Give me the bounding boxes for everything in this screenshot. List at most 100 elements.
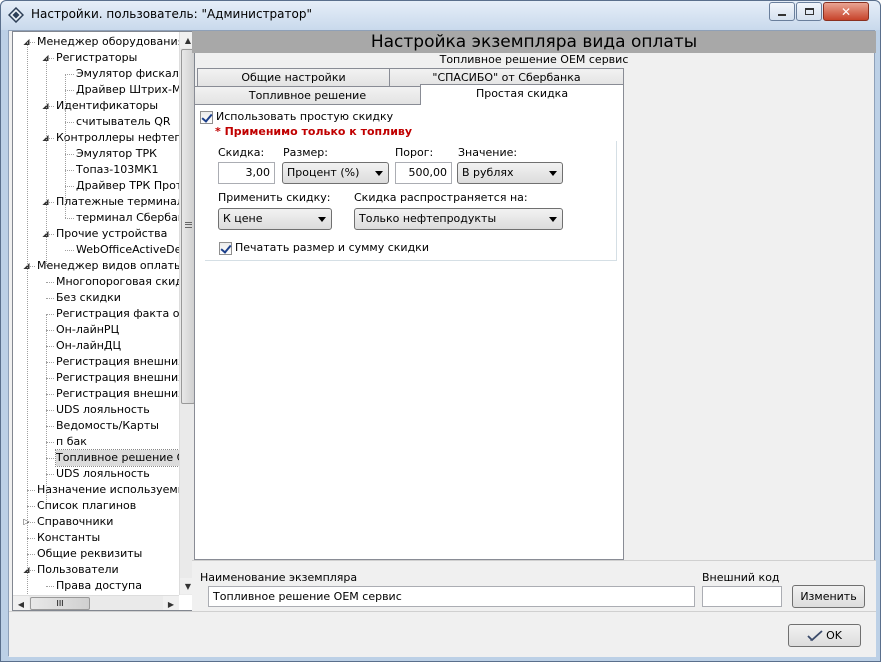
tree-connector [46,458,54,459]
value-label: Значение: [458,146,518,159]
scroll-right-icon[interactable]: ▶ [163,596,179,610]
tree-item[interactable]: Пользователи [37,562,119,578]
chevron-down-icon [549,217,557,222]
tree-item[interactable]: Эмулятор фискаль [76,66,179,82]
page-subtitle: Топливное решение ОЕМ сервис [439,53,629,66]
tree-connector [46,394,54,395]
tree-item[interactable]: Контроллеры нефтепр [56,130,179,146]
tree-guide-line [46,58,47,266]
value-dropdown[interactable]: В рублях [457,162,563,184]
minimize-icon [778,14,786,16]
tree-item[interactable]: Менеджер видов оплаты [37,258,179,274]
chevron-down-icon [375,171,383,176]
discount-extends-dropdown-value: Только нефтепродукты [359,212,497,225]
hscroll-thumb[interactable]: III [30,597,90,610]
discount-extends-label: Скидка распространяется на: [354,191,528,204]
tree-item[interactable]: Эмулятор ТРК [76,146,157,162]
tree-item[interactable]: Константы [37,530,100,546]
tree-item[interactable]: Платежные терминалы [56,194,179,210]
page-title: Настройка экземпляра вида оплаты [192,31,876,53]
tree-guide-line [46,314,47,502]
tree-item[interactable]: Он-лайнДЦ [56,338,121,354]
maximize-icon [804,8,814,15]
tree-item[interactable]: Регистрация внешних [56,354,179,370]
tree-connector [27,490,35,491]
tree-connector [27,538,35,539]
size-dropdown[interactable]: Процент (%) [282,162,389,184]
tree-item[interactable]: Топливное решение ОІ [55,449,179,467]
size-label: Размер: [283,146,328,159]
instance-name-input[interactable]: Топливное решение ОЕМ сервис [208,586,695,607]
chevron-down-icon [318,217,326,222]
tree-connector [46,362,54,363]
tree-item[interactable]: Регистрация внешних [56,370,179,386]
tree-item[interactable]: UDS лояльность [56,466,150,482]
tree-item[interactable]: Регистрация факта от [56,306,179,322]
tree-connector [27,506,35,507]
external-code-input[interactable] [702,586,782,607]
tree-item[interactable]: Регистрация внешних [56,386,179,402]
tree-item[interactable]: Ведомость/Карты [56,418,159,434]
ok-button[interactable]: OK [788,624,861,647]
discount-input[interactable]: 3,00 [218,162,275,184]
threshold-label: Порог: [395,146,434,159]
discount-label: Скидка: [218,146,265,159]
close-button[interactable]: ✕ [823,2,869,21]
tree-connector [65,186,74,187]
tree-connector [46,378,54,379]
tree-item[interactable]: Права доступа [56,578,142,594]
tree-item[interactable]: Менеджер оборудования [37,34,179,50]
tree-horizontal-scrollbar[interactable]: ◀ III ▶ [13,595,179,610]
tab-general-settings[interactable]: Общие настройки [197,68,390,87]
external-code-label: Внешний код [702,571,780,584]
instance-name-section: Наименование экземпляра Топливное решени… [192,560,876,611]
app-diamond-icon [8,7,24,23]
tree-item[interactable]: Регистраторы [56,50,137,66]
tree-item[interactable]: WebOfficeActiveDe [76,242,179,258]
tree-item[interactable]: Многопороговая скидк [56,274,179,290]
tree-item[interactable]: Общие реквизиты [37,546,142,562]
change-button[interactable]: Изменить [792,585,865,608]
use-discount-checkbox[interactable] [200,111,213,124]
apply-discount-dropdown[interactable]: К цене [218,208,332,230]
settings-window: Настройки. пользователь: "Администратор"… [0,0,881,662]
tree-connector [46,282,54,283]
discount-extends-dropdown[interactable]: Только нефтепродукты [354,208,563,230]
tree-item[interactable]: Список плагинов [37,498,136,514]
title-bar[interactable]: Настройки. пользователь: "Администратор"… [1,1,880,30]
tree-item[interactable]: п бак [56,434,87,450]
chevron-down-icon [549,171,557,176]
print-discount-checkbox[interactable] [219,242,232,255]
window-client-area: ◢ Менеджер оборудования ◢ Регистраторы Эмуля… [8,30,876,657]
tree-connector [46,426,54,427]
simple-discount-panel: Использовать простую скидку * Применимо … [194,104,624,560]
tree-guide-line [27,42,28,595]
tree-item[interactable]: Топаз-103МК1 [76,162,159,178]
close-icon: ✕ [840,4,852,19]
tree-guide-line [65,74,66,218]
tree-connector [65,154,74,155]
instance-name-label: Наименование экземпляра [200,571,358,584]
dialog-footer: OK [9,611,876,657]
minimize-button[interactable] [769,2,795,21]
scroll-left-icon[interactable]: ◀ [13,596,29,610]
tree-item[interactable]: UDS лояльность [56,402,150,418]
tree-item[interactable]: Драйвер Штрих-М [76,82,179,98]
tree-item[interactable]: Назначение используемых [37,482,179,498]
tree-item[interactable]: Справочники [37,514,113,530]
tab-simple-discount[interactable]: Простая скидка [420,84,624,105]
tree-item[interactable]: Прочие устройства [56,226,167,242]
tree-item[interactable]: Он-лайнРЦ [56,322,119,338]
threshold-input[interactable]: 500,00 [395,162,452,184]
fuel-only-warning: * Применимо только к топливу [215,125,413,138]
tree-item[interactable]: Идентификаторы [56,98,158,114]
tree-item[interactable]: Без скидки [56,290,121,306]
maximize-button[interactable] [796,2,822,21]
window-title: Настройки. пользователь: "Администратор" [31,7,312,21]
tree-item[interactable]: Драйвер ТРК Прот [76,178,179,194]
tree-item[interactable]: терминал Сбербанк [76,210,179,226]
tree-connector [46,314,54,315]
tab-fuel-solution[interactable]: Топливное решение [194,86,421,105]
tree-item[interactable]: считыватель QR [76,114,171,130]
tree-connector [65,122,74,123]
